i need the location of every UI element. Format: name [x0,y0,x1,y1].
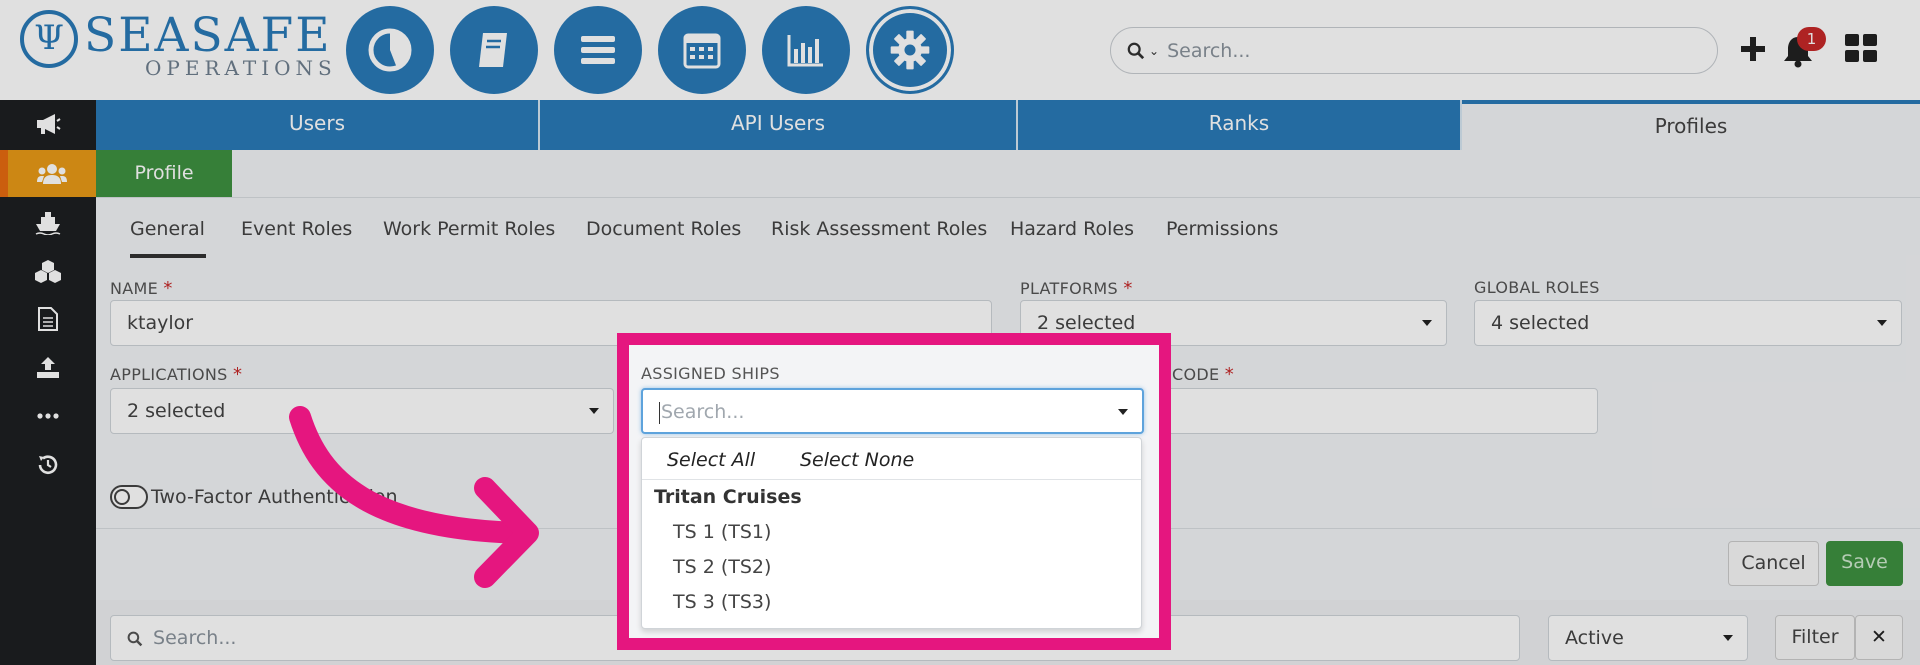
assigned-ships-placeholder: Search... [661,401,745,423]
ship-option[interactable]: TS 1 (TS1) [673,521,771,543]
assigned-ships-label: ASSIGNED SHIPS [641,364,780,383]
group-header: Tritan Cruises [654,486,802,508]
caret-down-icon [1118,409,1128,415]
assigned-ships-search-input[interactable]: Search... [641,388,1144,434]
select-none-link[interactable]: Select None [800,449,914,471]
arrow-annotation [289,406,539,588]
divider [642,479,1141,480]
ship-option[interactable]: TS 3 (TS3) [673,591,771,613]
ship-option[interactable]: TS 2 (TS2) [673,556,771,578]
select-all-link[interactable]: Select All [667,449,755,471]
text-cursor [659,401,660,424]
